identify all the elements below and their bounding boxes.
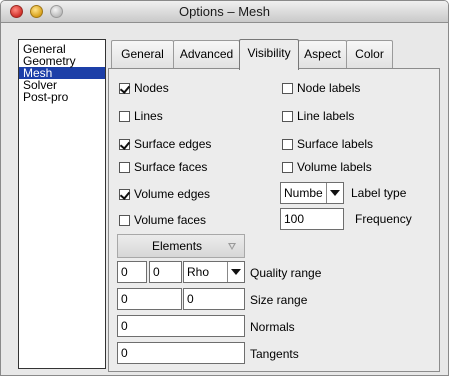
sidebar-item-post-pro[interactable]: Post-pro bbox=[19, 91, 105, 103]
title-bar[interactable]: Options – Mesh bbox=[1, 1, 448, 23]
surface-edges-label: Surface edges bbox=[134, 137, 212, 151]
volume-edges-checkbox[interactable]: Volume edges bbox=[119, 187, 210, 201]
checkbox-box bbox=[119, 161, 130, 173]
tangents-input[interactable]: 0 bbox=[117, 342, 245, 364]
size-max-input[interactable]: 0 bbox=[183, 288, 245, 310]
volume-labels-label: Volume labels bbox=[297, 160, 372, 174]
normals-label: Normals bbox=[250, 320, 295, 334]
select-divider bbox=[227, 262, 228, 282]
checkbox-box bbox=[282, 82, 293, 94]
checkbox-box bbox=[119, 82, 130, 94]
volume-labels-checkbox[interactable]: Volume labels bbox=[282, 160, 372, 174]
quality-range-label: Quality range bbox=[250, 266, 322, 280]
nodes-label: Nodes bbox=[134, 81, 169, 95]
tangents-label: Tangents bbox=[250, 347, 299, 361]
surface-edges-checkbox[interactable]: Surface edges bbox=[119, 137, 211, 151]
checkbox-box bbox=[119, 188, 130, 200]
label-type-value: Numbe bbox=[284, 186, 323, 200]
triangle-down-icon-inner bbox=[230, 244, 234, 248]
tab-aspect[interactable]: Aspect bbox=[298, 40, 347, 69]
node-labels-label: Node labels bbox=[297, 81, 361, 95]
frequency-label: Frequency bbox=[355, 212, 412, 226]
surface-faces-label: Surface faces bbox=[134, 160, 208, 174]
category-list[interactable]: General Geometry Mesh Solver Post-pro bbox=[18, 39, 106, 369]
tab-general[interactable]: General bbox=[111, 40, 174, 69]
label-type-select[interactable]: Numbe bbox=[280, 182, 344, 204]
chevron-down-icon bbox=[330, 190, 340, 196]
options-window: Options – Mesh General Geometry Mesh Sol… bbox=[0, 0, 449, 376]
lines-label: Lines bbox=[134, 109, 163, 123]
node-labels-checkbox[interactable]: Node labels bbox=[282, 81, 360, 95]
elements-menu-button[interactable]: Elements bbox=[117, 234, 245, 258]
surface-labels-label: Surface labels bbox=[297, 137, 374, 151]
line-labels-checkbox[interactable]: Line labels bbox=[282, 109, 354, 123]
volume-faces-label: Volume faces bbox=[134, 213, 207, 227]
surface-labels-checkbox[interactable]: Surface labels bbox=[282, 137, 373, 151]
tab-advanced[interactable]: Advanced bbox=[173, 40, 240, 69]
normals-input[interactable]: 0 bbox=[117, 315, 245, 337]
checkbox-box bbox=[282, 161, 293, 173]
size-min-input[interactable]: 0 bbox=[117, 288, 182, 310]
checkbox-box bbox=[119, 110, 130, 122]
label-type-label: Label type bbox=[351, 186, 407, 200]
frequency-input[interactable]: 100 bbox=[280, 208, 344, 230]
checkbox-box bbox=[282, 138, 293, 150]
tab-color[interactable]: Color bbox=[346, 40, 393, 69]
elements-button-label: Elements bbox=[152, 239, 203, 253]
surface-faces-checkbox[interactable]: Surface faces bbox=[119, 160, 207, 174]
window-title: Options – Mesh bbox=[178, 4, 271, 19]
quality-max-input[interactable]: 0 bbox=[149, 261, 182, 283]
checkbox-box bbox=[119, 138, 130, 150]
quality-measure-value: Rho bbox=[187, 265, 210, 279]
quality-min-input[interactable]: 0 bbox=[117, 261, 147, 283]
tab-visibility[interactable]: Visibility bbox=[239, 39, 299, 70]
quality-measure-select[interactable]: Rho bbox=[183, 261, 245, 283]
volume-edges-label: Volume edges bbox=[134, 187, 211, 201]
checkbox-box bbox=[282, 110, 293, 122]
size-range-label: Size range bbox=[250, 293, 308, 307]
volume-faces-checkbox[interactable]: Volume faces bbox=[119, 213, 206, 227]
lines-checkbox[interactable]: Lines bbox=[119, 109, 163, 123]
chevron-down-icon bbox=[231, 269, 241, 275]
checkbox-box bbox=[119, 214, 130, 226]
nodes-checkbox[interactable]: Nodes bbox=[119, 81, 169, 95]
line-labels-label: Line labels bbox=[297, 109, 355, 123]
select-divider bbox=[326, 183, 327, 203]
